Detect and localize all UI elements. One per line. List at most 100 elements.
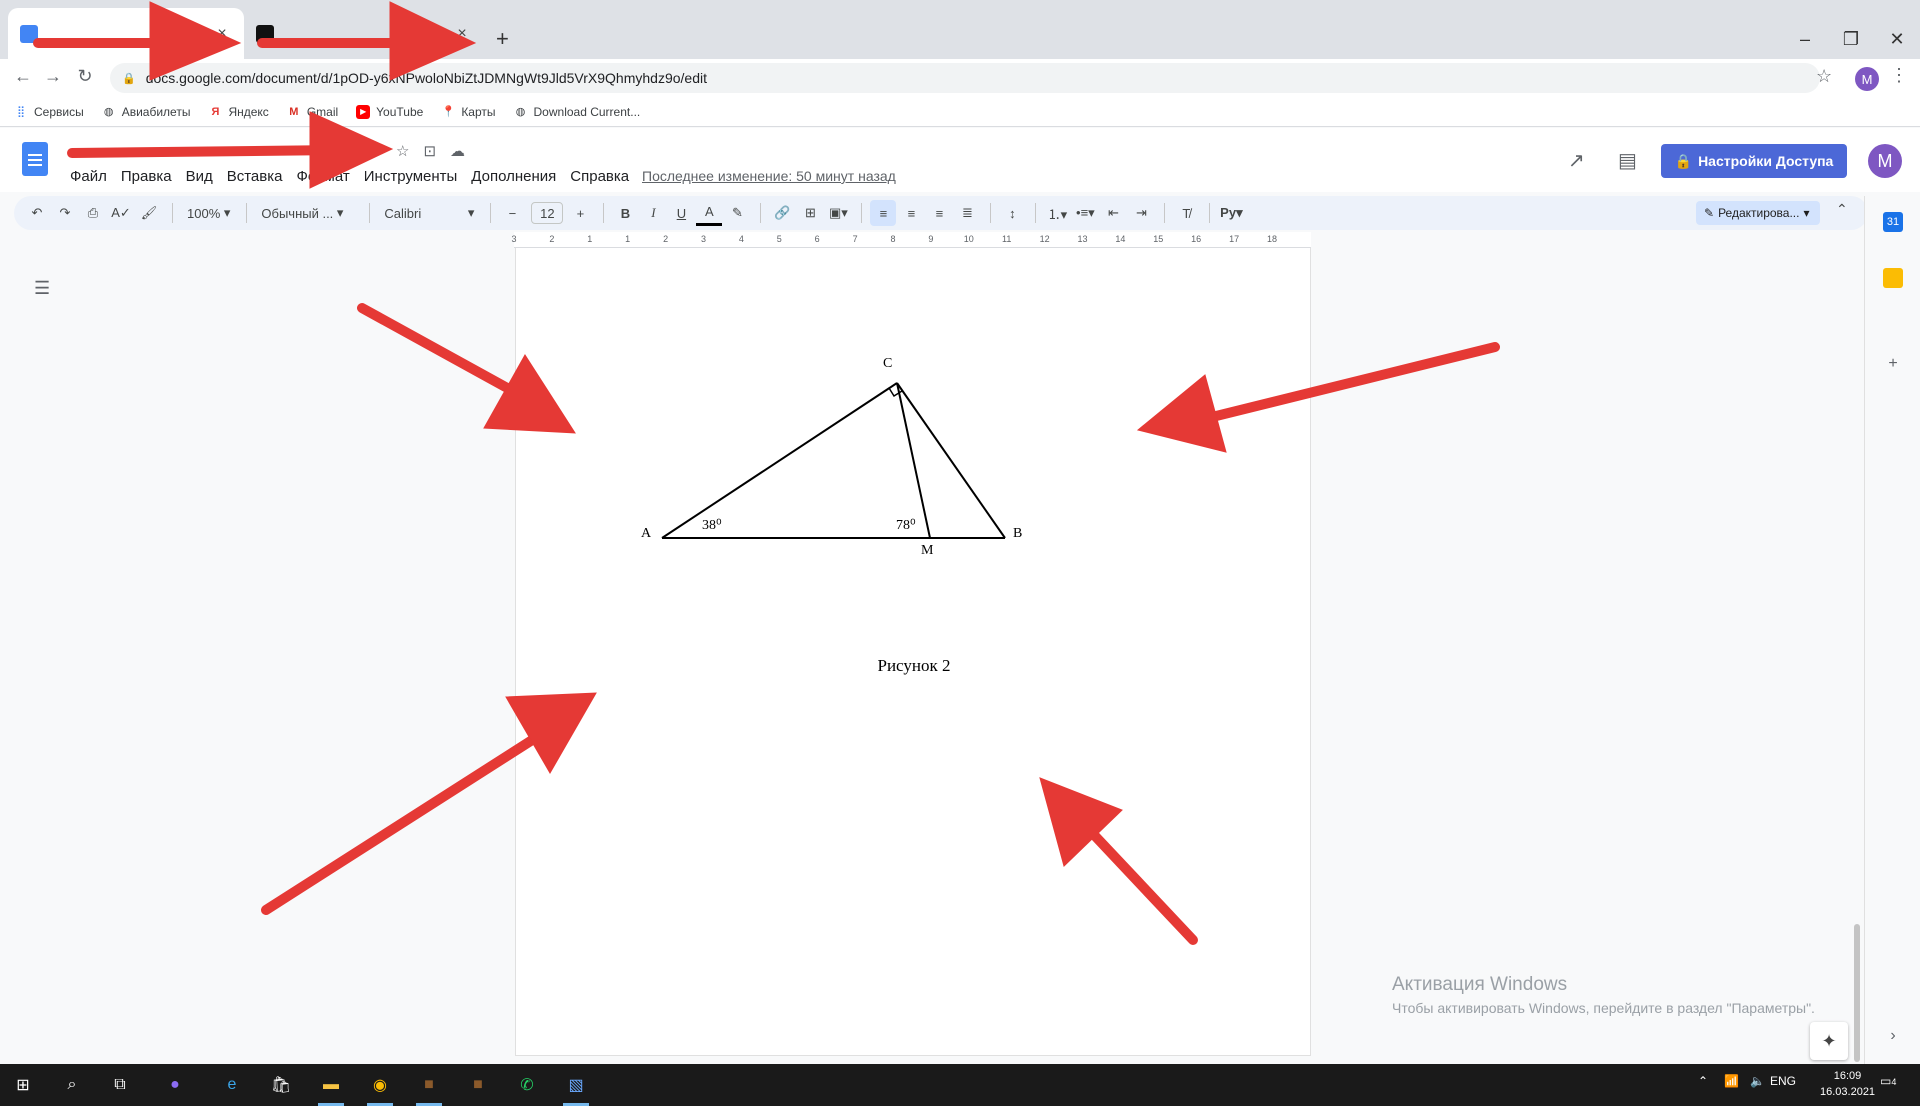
add-comment-icon[interactable]: ⊞ [797, 200, 823, 226]
star-icon[interactable]: ☆ [396, 142, 409, 160]
alice-icon[interactable]: ● [160, 1070, 190, 1100]
calendar-icon[interactable]: 31 [1883, 212, 1903, 232]
clear-formatting-icon[interactable]: T̸ [1173, 200, 1199, 226]
ruler-scale[interactable]: 3 2 1 1 2 3 4 5 6 7 8 9 10 11 12 13 14 15 16 17 18 [511, 232, 1311, 248]
explore-button[interactable]: ✦ [1810, 1022, 1848, 1060]
menu-format[interactable]: Формат [296, 168, 349, 185]
menu-addons[interactable]: Дополнения [471, 168, 556, 185]
style-select[interactable]: Обычный ... ▾ [255, 200, 359, 226]
align-center-icon[interactable]: ≡ [898, 200, 924, 226]
spellcheck-icon[interactable]: A✓ [108, 200, 134, 226]
bookmark-yandex[interactable]: Я Яндекс [208, 105, 269, 119]
close-window-icon[interactable]: ✕ [1882, 28, 1912, 50]
print-icon[interactable]: ⎙ [80, 200, 106, 226]
text-color-icon[interactable]: A [696, 200, 723, 226]
move-to-folder-icon[interactable]: ⊡ [423, 142, 436, 160]
increase-font-size-icon[interactable]: + [567, 200, 593, 226]
document-title[interactable] [70, 138, 370, 160]
last-edit-link[interactable]: Последнее изменение: 50 минут назад [642, 168, 896, 184]
back-icon[interactable]: ← [10, 66, 36, 87]
insert-link-icon[interactable]: 🔗 [769, 200, 795, 226]
vertical-scrollbar[interactable] [1854, 924, 1860, 1062]
chevron-up-icon[interactable]: ⌃ [1836, 201, 1848, 218]
close-tab-icon[interactable]: × [452, 25, 472, 43]
font-size-input[interactable]: 12 [531, 202, 564, 224]
store-icon[interactable]: 🛍 [266, 1070, 296, 1100]
underline-icon[interactable]: U [668, 200, 694, 226]
bookmark-download[interactable]: ◍ Download Current... [514, 105, 641, 119]
undo-icon[interactable]: ↶ [24, 200, 50, 226]
browser-menu-icon[interactable]: ⋮ [1890, 65, 1908, 86]
cloud-status-icon[interactable]: ☁ [450, 142, 465, 160]
document-outline-icon[interactable]: ☰ [34, 278, 50, 299]
line-spacing-icon[interactable]: ↕ [999, 200, 1025, 226]
share-button[interactable]: 🔒 Настройки Доступа [1661, 144, 1847, 178]
justify-icon[interactable]: ≣ [954, 200, 980, 226]
new-tab-button[interactable]: + [496, 28, 509, 50]
highlight-color-icon[interactable]: ✎ [724, 200, 750, 226]
system-clock[interactable]: 16:09 16.03.2021 [1820, 1068, 1875, 1100]
decrease-font-size-icon[interactable]: − [499, 200, 525, 226]
profile-avatar[interactable]: M [1855, 67, 1879, 91]
input-tools-icon[interactable]: Pу▾ [1218, 200, 1244, 226]
editing-mode-select[interactable]: ✎ Редактирова... ▾ [1696, 201, 1820, 225]
language-indicator[interactable]: ENG [1770, 1074, 1796, 1088]
bulleted-list-icon[interactable]: •≡▾ [1072, 200, 1098, 226]
explorer-icon[interactable]: ▬ [316, 1070, 346, 1106]
bookmark-star-icon[interactable]: ☆ [1816, 66, 1832, 87]
menu-tools[interactable]: Инструменты [364, 168, 458, 185]
minecraft-launcher-icon[interactable]: ■ [463, 1070, 493, 1100]
network-icon[interactable]: 📶 [1724, 1074, 1739, 1088]
address-bar[interactable]: 🔒 docs.google.com/document/d/1pOD-y6xNPw… [110, 63, 1820, 93]
bookmark-flights[interactable]: ◍ Авиабилеты [102, 105, 191, 119]
task-view-icon[interactable]: ⧉ [105, 1070, 135, 1100]
comments-icon[interactable]: ▤ [1618, 148, 1637, 173]
italic-icon[interactable]: I [640, 200, 666, 226]
notifications-icon[interactable]: ▭4 [1880, 1074, 1896, 1088]
bookmark-apps[interactable]: ⣿ Сервисы [14, 105, 84, 119]
edge-icon[interactable]: e [217, 1070, 247, 1100]
redo-icon[interactable]: ↷ [52, 200, 78, 226]
zoom-select[interactable]: 100% ▾ [181, 200, 236, 226]
bookmark-youtube[interactable]: ▶ YouTube [356, 104, 423, 119]
restore-icon[interactable]: ❐ [1836, 28, 1866, 50]
search-icon[interactable]: ⌕ [57, 1070, 87, 1100]
tab-docs[interactable]: × [8, 8, 244, 59]
tab-second[interactable]: × [244, 8, 484, 59]
account-avatar[interactable]: M [1868, 144, 1902, 178]
menu-file[interactable]: Файл [70, 168, 107, 185]
font-select[interactable]: Calibri ▾ [378, 200, 480, 226]
whatsapp-icon[interactable]: ✆ [512, 1070, 542, 1100]
document-page[interactable]: C A B M 38⁰ 78⁰ Рисунок 2 [515, 248, 1311, 1056]
divider [990, 203, 992, 223]
start-icon[interactable]: ⊞ [8, 1070, 38, 1100]
paint-format-icon[interactable]: 🖌 [136, 200, 162, 226]
menu-view[interactable]: Вид [186, 168, 213, 185]
keep-icon[interactable] [1883, 268, 1903, 288]
bookmark-gmail[interactable]: M Gmail [287, 105, 338, 119]
increase-indent-icon[interactable]: ⇥ [1128, 200, 1154, 226]
menu-help[interactable]: Справка [570, 168, 629, 185]
snipping-tool-icon[interactable]: ▧ [561, 1070, 591, 1106]
align-left-icon[interactable]: ≡ [870, 200, 897, 226]
menu-insert[interactable]: Вставка [227, 168, 283, 185]
align-right-icon[interactable]: ≡ [926, 200, 952, 226]
chrome-icon[interactable]: ◉ [365, 1070, 395, 1106]
reload-icon[interactable]: ↻ [72, 66, 98, 87]
bold-icon[interactable]: B [612, 200, 638, 226]
chevron-right-icon[interactable]: › [1883, 1026, 1903, 1046]
tray-chevron-icon[interactable]: ⌃ [1698, 1074, 1708, 1088]
menu-edit[interactable]: Правка [121, 168, 172, 185]
add-addon-icon[interactable]: + [1883, 354, 1903, 374]
insert-image-icon[interactable]: ▣▾ [825, 200, 851, 226]
decrease-indent-icon[interactable]: ⇤ [1100, 200, 1126, 226]
forward-icon[interactable]: → [40, 66, 66, 87]
minecraft-icon[interactable]: ■ [414, 1070, 444, 1106]
bookmark-maps[interactable]: 📍 Карты [441, 105, 495, 119]
activity-trend-icon[interactable]: ↗ [1568, 148, 1585, 173]
minimize-icon[interactable]: – [1790, 28, 1820, 50]
docs-logo-icon[interactable] [22, 142, 48, 176]
numbered-list-icon[interactable]: ⒈▾ [1044, 200, 1070, 226]
volume-icon[interactable]: 🔈 [1750, 1074, 1765, 1088]
close-tab-icon[interactable]: × [212, 25, 232, 43]
